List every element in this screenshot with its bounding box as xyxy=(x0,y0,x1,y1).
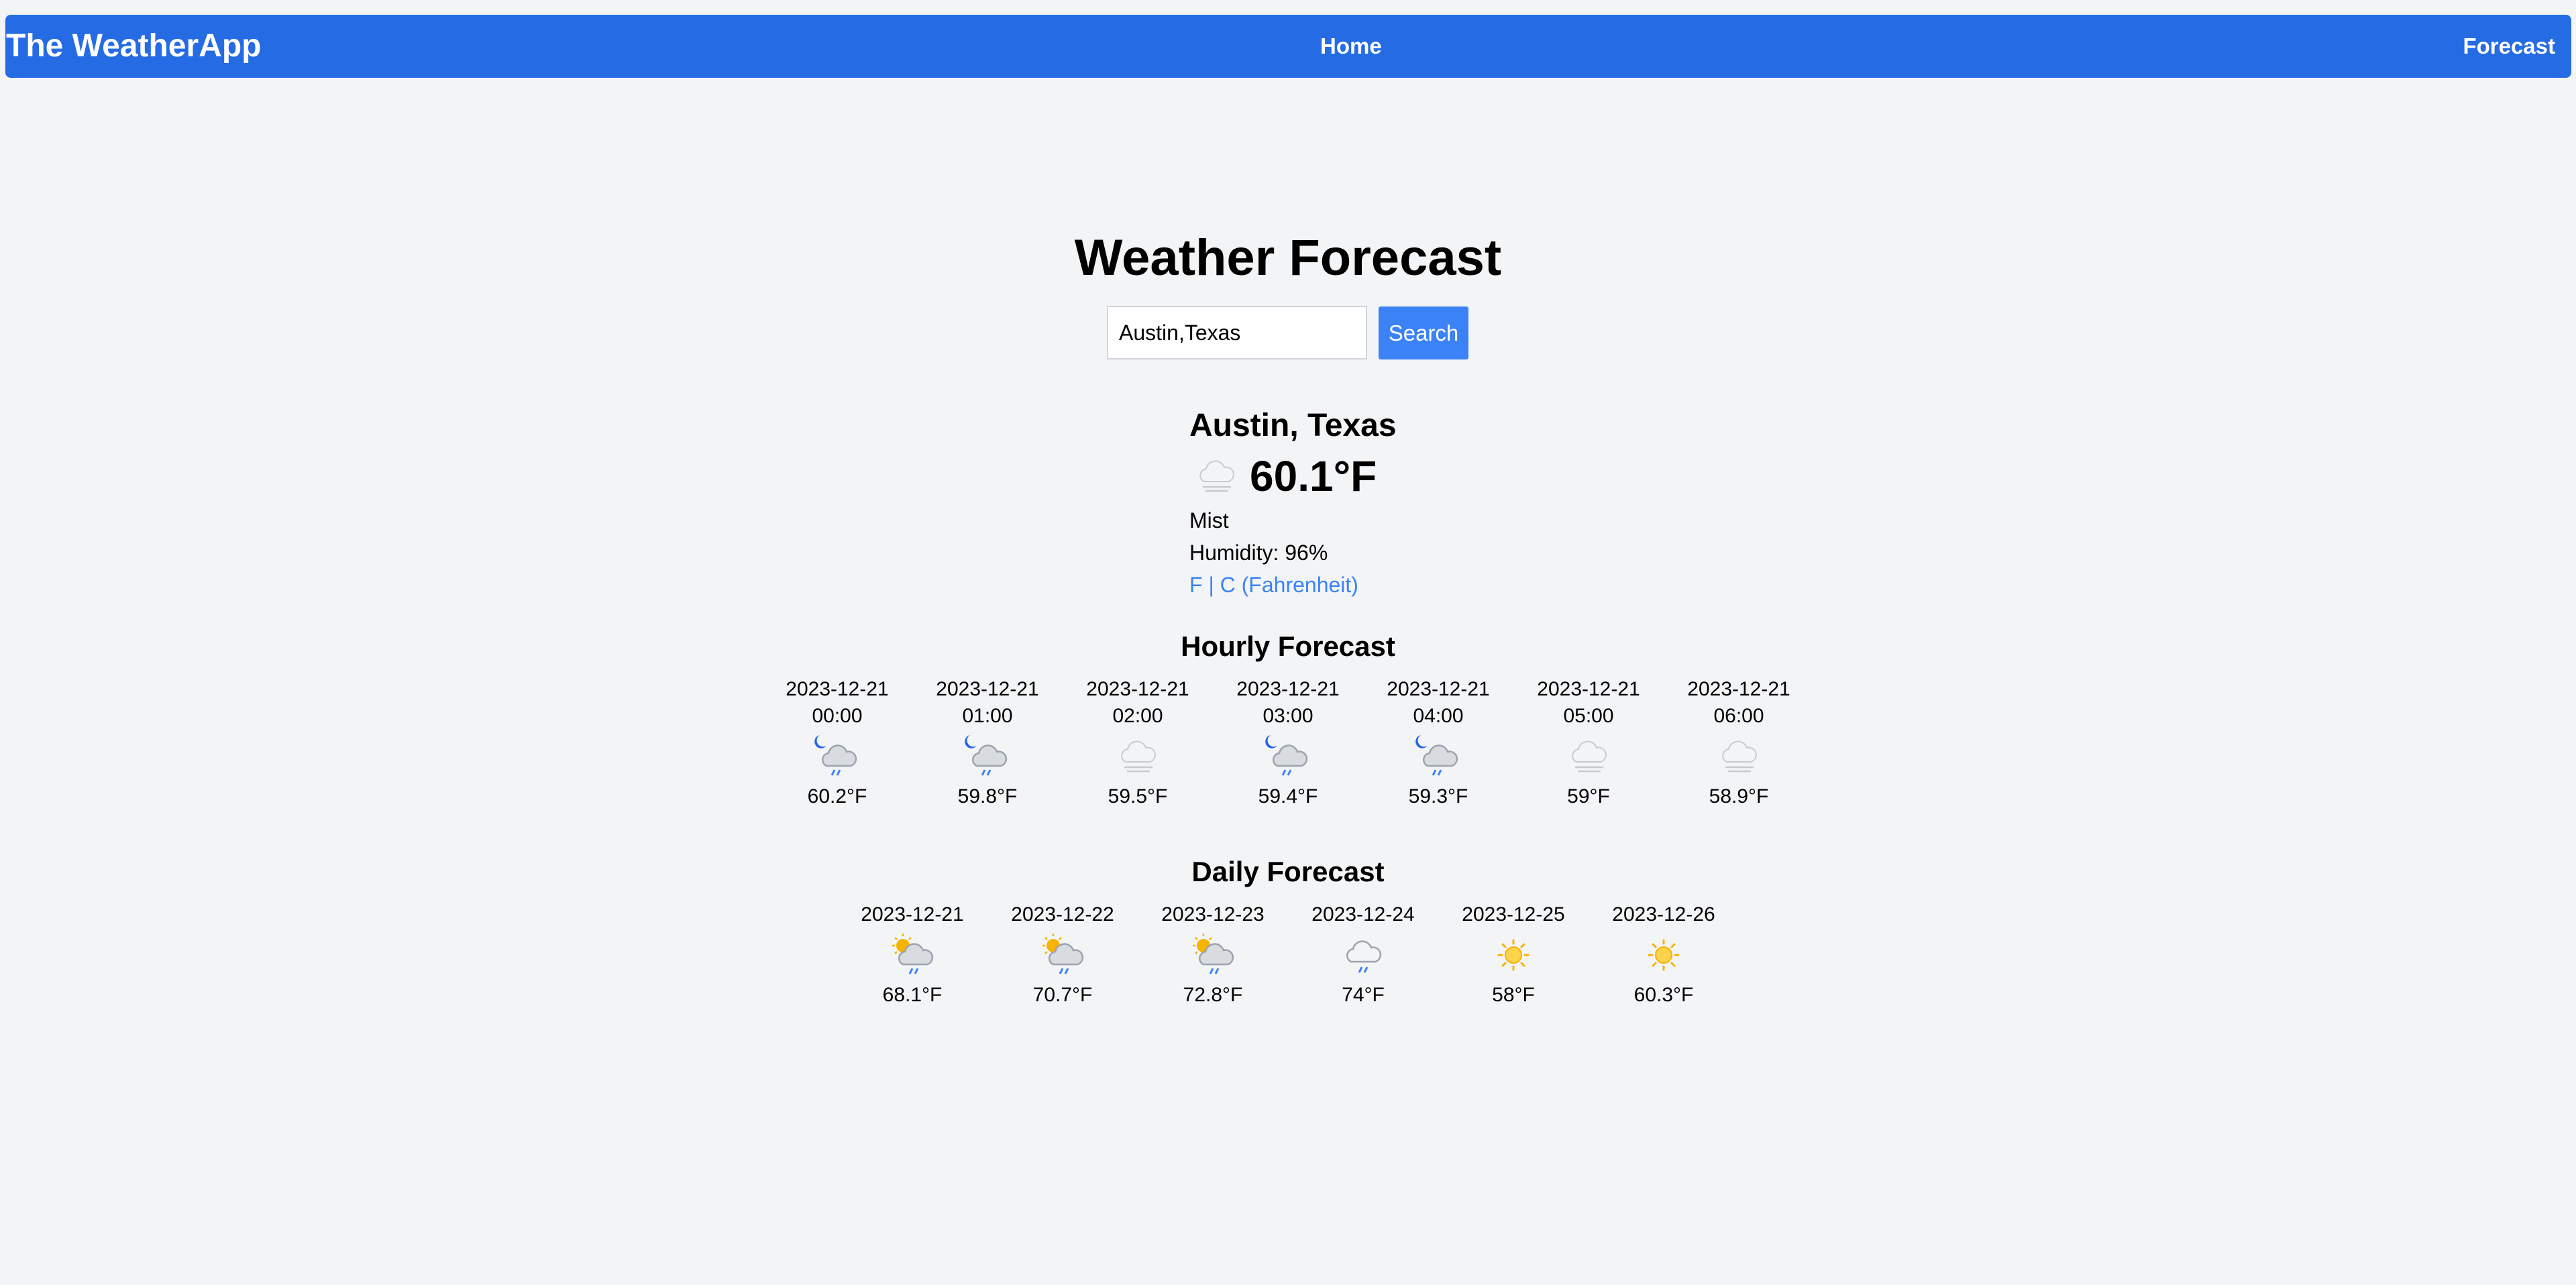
hourly-date: 2023-12-21 xyxy=(1537,678,1640,700)
hourly-temp: 58.9°F xyxy=(1709,785,1769,807)
unit-toggle-link[interactable]: F | C (Fahrenheit) xyxy=(1189,569,1458,601)
daily-temp: 68.1°F xyxy=(882,984,943,1006)
hourly-date: 2023-12-21 xyxy=(1086,678,1189,700)
daily-temp: 74°F xyxy=(1342,984,1385,1006)
hourly-temp: 59.5°F xyxy=(1108,785,1168,807)
search-button[interactable]: Search xyxy=(1379,306,1468,359)
hourly-item: 2023-12-21 01:00 59.8°F xyxy=(920,676,1055,810)
condition-text: Mist xyxy=(1189,508,1229,533)
hourly-time: 00:00 xyxy=(812,705,863,727)
current-temperature: 60.1°F xyxy=(1250,452,1377,500)
page-title: Weather Forecast xyxy=(1074,229,1502,286)
hourly-time: 02:00 xyxy=(1112,705,1163,727)
hourly-item: 2023-12-21 06:00 58.9°F xyxy=(1672,676,1806,810)
cloud-rain-icon xyxy=(1336,928,1390,982)
search-input[interactable] xyxy=(1107,306,1367,359)
daily-forecast-title: Daily Forecast xyxy=(1191,856,1385,887)
hourly-item: 2023-12-21 02:00 59.5°F xyxy=(1071,676,1205,810)
hourly-date: 2023-12-21 xyxy=(1687,678,1790,700)
sun-cloud-rain-icon xyxy=(1186,928,1240,982)
night-rain-icon xyxy=(1261,730,1315,783)
daily-temp: 60.3°F xyxy=(1633,984,1694,1006)
sun-icon xyxy=(1487,928,1540,982)
daily-date: 2023-12-26 xyxy=(1612,903,1715,926)
hourly-item: 2023-12-21 05:00 59°F xyxy=(1521,676,1656,810)
hourly-date: 2023-12-21 xyxy=(1387,678,1490,700)
mist-icon xyxy=(1712,730,1766,783)
current-weather: Austin, Texas 60.1°F Mist Humidity: 96% … xyxy=(1189,404,1458,601)
daily-date: 2023-12-25 xyxy=(1462,903,1565,926)
daily-temp: 58°F xyxy=(1492,984,1535,1006)
hourly-forecast-title: Hourly Forecast xyxy=(1181,630,1395,662)
hourly-time: 03:00 xyxy=(1263,705,1313,727)
mist-icon xyxy=(1562,730,1615,783)
hourly-temp: 59.4°F xyxy=(1258,785,1318,807)
hourly-item: 2023-12-21 03:00 59.4°F xyxy=(1221,676,1355,810)
night-rain-icon xyxy=(810,730,864,783)
daily-temp: 70.7°F xyxy=(1032,984,1093,1006)
daily-item: 2023-12-26 60.3°F xyxy=(1597,901,1731,1009)
daily-date: 2023-12-23 xyxy=(1161,903,1265,926)
daily-date: 2023-12-24 xyxy=(1311,903,1415,926)
hourly-date: 2023-12-21 xyxy=(936,678,1039,700)
hourly-date: 2023-12-21 xyxy=(786,678,889,700)
hourly-time: 04:00 xyxy=(1413,705,1464,727)
hourly-temp: 60.2°F xyxy=(807,785,867,807)
sun-icon xyxy=(1637,928,1690,982)
nav-link-home[interactable]: Home xyxy=(1320,15,1382,78)
daily-item: 2023-12-25 58°F xyxy=(1446,901,1580,1009)
hourly-time: 06:00 xyxy=(1713,705,1764,727)
brand-logo[interactable]: The WeatherApp xyxy=(5,15,261,78)
hourly-time: 01:00 xyxy=(962,705,1013,727)
hourly-temp: 59°F xyxy=(1567,785,1610,807)
daily-temp: 72.8°F xyxy=(1183,984,1243,1006)
hourly-temp: 59.8°F xyxy=(957,785,1018,807)
hourly-time: 05:00 xyxy=(1563,705,1614,727)
hourly-temp: 59.3°F xyxy=(1408,785,1468,807)
daily-item: 2023-12-22 70.7°F xyxy=(996,901,1130,1009)
daily-date: 2023-12-21 xyxy=(861,903,964,926)
navbar: The WeatherApp Home Forecast xyxy=(5,15,2571,78)
current-temp-row: 60.1°F xyxy=(1189,448,1458,504)
night-rain-icon xyxy=(1411,730,1465,783)
daily-item: 2023-12-23 72.8°F xyxy=(1146,901,1280,1009)
sun-cloud-rain-icon xyxy=(885,928,939,982)
mist-icon xyxy=(1189,449,1243,503)
mist-icon xyxy=(1111,730,1165,783)
daily-date: 2023-12-22 xyxy=(1011,903,1114,926)
nav-link-forecast[interactable]: Forecast xyxy=(2463,15,2555,78)
location-name: Austin, Texas xyxy=(1189,408,1397,443)
daily-item: 2023-12-21 68.1°F xyxy=(845,901,979,1009)
humidity-text: Humidity: 96% xyxy=(1189,541,1328,565)
sun-cloud-rain-icon xyxy=(1036,928,1089,982)
daily-item: 2023-12-24 74°F xyxy=(1296,901,1430,1009)
hourly-date: 2023-12-21 xyxy=(1236,678,1340,700)
hourly-item: 2023-12-21 00:00 60.2°F xyxy=(770,676,904,810)
night-rain-icon xyxy=(961,730,1014,783)
hourly-item: 2023-12-21 04:00 59.3°F xyxy=(1371,676,1505,810)
